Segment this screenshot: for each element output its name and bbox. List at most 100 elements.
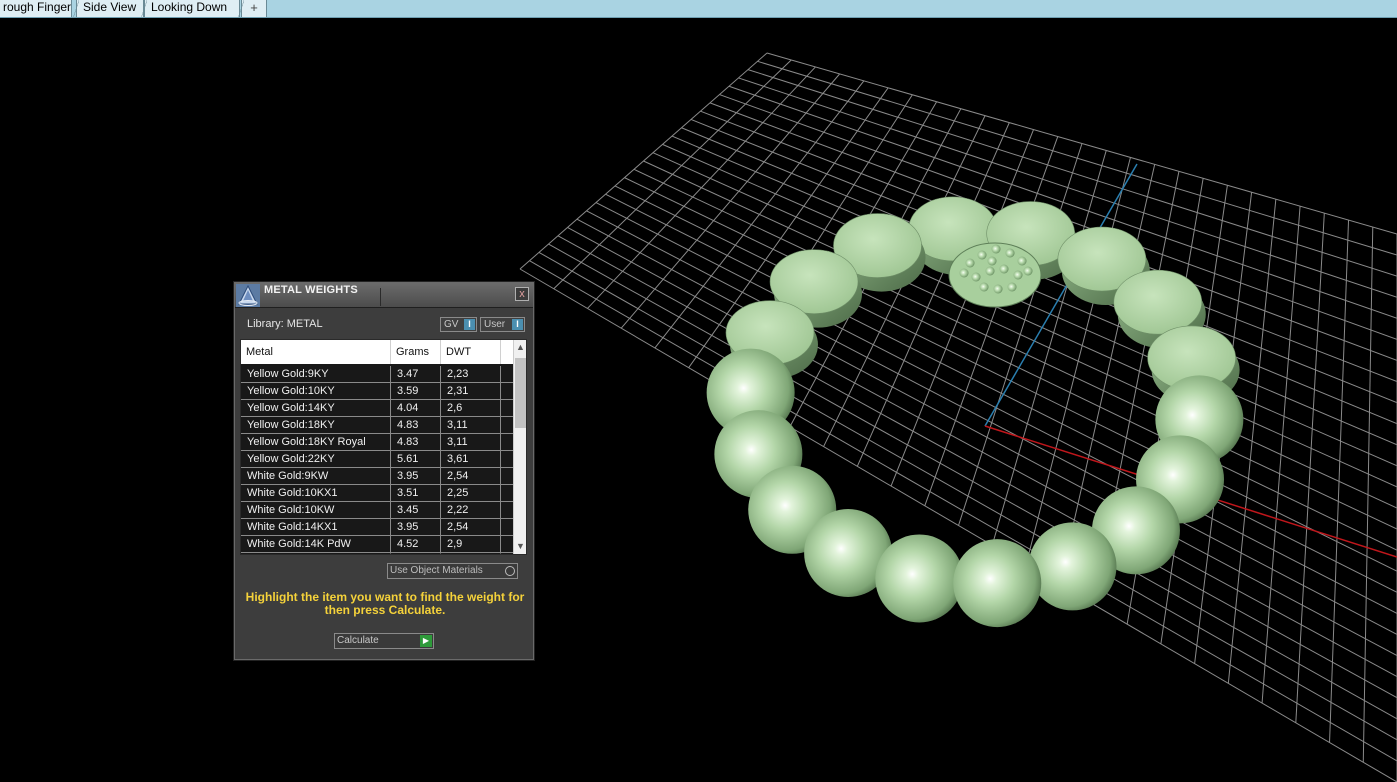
calculate-label: Calculate xyxy=(337,635,379,646)
gemvision-logo-icon xyxy=(236,284,260,307)
table-row[interactable]: Yellow Gold:10KY 3.59 2,31 xyxy=(241,383,513,400)
table-row[interactable]: White Gold:10KW 3.45 2,22 xyxy=(241,502,513,519)
view-tab-bar: rough Finger Side View Looking Down + xyxy=(0,0,1397,18)
cell-grams: 4.52 xyxy=(391,536,441,552)
table-row[interactable]: White Gold:14KX1 3.95 2,54 xyxy=(241,519,513,536)
table-row[interactable]: Yellow Gold:22KY 5.61 3,61 xyxy=(241,451,513,468)
cell-dwt: 2,35 xyxy=(441,553,501,554)
table-row[interactable]: Yellow Gold:14KY 4.04 2,6 xyxy=(241,400,513,417)
cell-metal: Yellow Gold:10KY xyxy=(241,383,391,399)
table-row[interactable]: White Gold:9KW 3.95 2,54 xyxy=(241,468,513,485)
use-object-materials-toggle[interactable]: Use Object Materials xyxy=(387,563,518,579)
table-body: Yellow Gold:9KY 3.47 2,23 Yellow Gold:10KY 3… xyxy=(241,366,513,554)
close-icon: x xyxy=(519,288,525,300)
table-row[interactable]: Yellow Gold:18KY 4.83 3,11 xyxy=(241,417,513,434)
cell-grams: 5.61 xyxy=(391,451,441,467)
cell-grams: 3.45 xyxy=(391,502,441,518)
add-tab-button[interactable]: + xyxy=(238,0,267,17)
cell-metal: Yellow Gold:22KY xyxy=(241,451,391,467)
table-row[interactable]: White Gold:14KW3.742,35 xyxy=(241,553,513,554)
pave-stone xyxy=(993,284,1003,294)
plus-icon: + xyxy=(250,0,258,15)
user-toggle-label: User xyxy=(484,319,506,330)
cell-metal: White Gold:14KW xyxy=(241,553,391,554)
pave-stone xyxy=(959,268,969,278)
table-scrollbar[interactable]: ▲ ▼ xyxy=(513,340,526,554)
cell-grams: 3.74 xyxy=(391,553,441,554)
close-button[interactable]: x xyxy=(515,287,529,301)
cell-dwt: 2,54 xyxy=(441,519,501,535)
scroll-down-icon[interactable]: ▼ xyxy=(514,539,526,553)
cell-metal: Yellow Gold:9KY xyxy=(241,366,391,382)
grid-line xyxy=(1295,213,1325,723)
cell-grams: 4.83 xyxy=(391,434,441,450)
header-divider xyxy=(380,288,381,306)
cell-dwt: 2,22 xyxy=(441,502,501,518)
scroll-up-icon[interactable]: ▲ xyxy=(514,340,526,354)
pave-stone xyxy=(1005,248,1015,258)
metal-weights-panel: METAL WEIGHTS x Library: METAL GV I User… xyxy=(234,282,534,660)
pave-stone xyxy=(999,264,1009,274)
cell-metal: White Gold:10KX1 xyxy=(241,485,391,501)
column-header-metal[interactable]: Metal xyxy=(241,340,391,364)
panel-title: METAL WEIGHTS xyxy=(264,284,358,296)
tab-side-view[interactable]: Side View xyxy=(73,0,144,17)
tab-through-finger[interactable]: rough Finger xyxy=(0,0,72,17)
pave-stone xyxy=(1017,256,1027,266)
table-header: Metal Grams DWT xyxy=(241,340,513,364)
tab-looking-down[interactable]: Looking Down xyxy=(141,0,240,17)
scene-canvas[interactable] xyxy=(0,19,1397,782)
metal-table: Metal Grams DWT Yellow Gold:9KY 3.47 2,23 Y… xyxy=(240,339,527,555)
table-row[interactable]: White Gold:14K PdW 4.52 2,9 xyxy=(241,536,513,553)
cell-dwt: 3,61 xyxy=(441,451,501,467)
grid-line xyxy=(519,268,1397,782)
cell-grams: 3.59 xyxy=(391,383,441,399)
use-object-materials-label: Use Object Materials xyxy=(390,565,483,576)
table-row[interactable]: White Gold:10KX1 3.51 2,25 xyxy=(241,485,513,502)
grid-line xyxy=(548,243,1397,720)
pave-stone xyxy=(965,258,975,268)
panel-header[interactable]: METAL WEIGHTS x xyxy=(235,283,533,308)
ring-sphere-segment xyxy=(875,534,964,623)
cell-metal: Yellow Gold:14KY xyxy=(241,400,391,416)
calculate-button[interactable]: Calculate ▶ xyxy=(334,633,434,649)
column-header-dwt[interactable]: DWT xyxy=(441,340,501,364)
cell-metal: Yellow Gold:18KY Royal xyxy=(241,434,391,450)
radio-icon xyxy=(505,566,515,576)
scroll-thumb[interactable] xyxy=(515,358,526,428)
pave-stone xyxy=(979,282,989,292)
cell-dwt: 2,54 xyxy=(441,468,501,484)
pave-stone xyxy=(1007,282,1017,292)
cell-metal: White Gold:14K PdW xyxy=(241,536,391,552)
cell-metal: White Gold:9KW xyxy=(241,468,391,484)
cell-grams: 3.95 xyxy=(391,468,441,484)
pave-stone xyxy=(971,272,981,282)
ground-grid xyxy=(519,52,1397,782)
cell-grams: 3.47 xyxy=(391,366,441,382)
3d-viewport[interactable] xyxy=(0,19,1397,782)
grid-line xyxy=(529,260,1397,762)
pave-stone xyxy=(991,244,1001,254)
column-header-grams[interactable]: Grams xyxy=(391,340,441,364)
toggle-knob-icon: I xyxy=(512,319,523,330)
gv-library-toggle[interactable]: GV I xyxy=(440,317,477,332)
pave-stone xyxy=(985,266,995,276)
cell-grams: 3.95 xyxy=(391,519,441,535)
cell-dwt: 2,6 xyxy=(441,400,501,416)
pave-stone xyxy=(987,256,997,266)
table-row[interactable]: Yellow Gold:9KY 3.47 2,23 xyxy=(241,366,513,383)
ring-sphere-segment xyxy=(953,539,1042,628)
pave-stone xyxy=(1013,270,1023,280)
ring-pave-cluster xyxy=(948,242,1042,308)
table-row[interactable]: Yellow Gold:18KY Royal 4.83 3,11 xyxy=(241,434,513,451)
gv-toggle-label: GV xyxy=(444,319,459,330)
cell-grams: 4.04 xyxy=(391,400,441,416)
cell-dwt: 2,25 xyxy=(441,485,501,501)
ring-model xyxy=(706,196,1244,628)
pave-stone xyxy=(977,250,987,260)
cell-metal: White Gold:10KW xyxy=(241,502,391,518)
library-label: Library: METAL xyxy=(247,318,323,330)
play-icon: ▶ xyxy=(420,635,432,647)
instruction-text: Highlight the item you want to find the … xyxy=(245,590,525,617)
user-library-toggle[interactable]: User I xyxy=(480,317,525,332)
